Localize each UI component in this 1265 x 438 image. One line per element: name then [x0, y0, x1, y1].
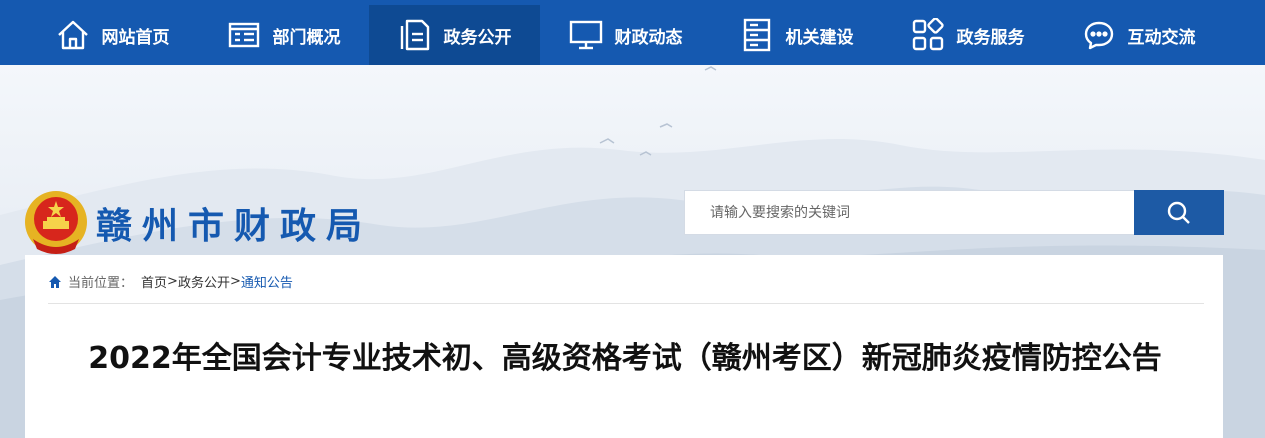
breadcrumb: 当前位置： 首页 > 政务公开 > 通知公告 [48, 272, 293, 291]
nav-item-finance-news[interactable]: 财政动态 [540, 5, 711, 65]
nav-item-department[interactable]: 部门概况 [198, 5, 369, 65]
document-icon [400, 19, 429, 51]
search-input[interactable] [684, 190, 1134, 235]
nav-label-services: 政务服务 [956, 27, 1025, 48]
nav-item-interaction[interactable]: 互动交流 [1053, 5, 1224, 65]
breadcrumb-separator: > [229, 274, 241, 289]
article-title: 2022年全国会计专业技术初、高级资格考试（赣州考区）新冠肺炎疫情防控公告 [88, 341, 1162, 376]
server-icon [743, 18, 770, 52]
grid-icon [912, 18, 944, 51]
nav-item-services[interactable]: 政务服务 [882, 5, 1053, 65]
home-small-icon [49, 275, 61, 288]
card-icon [228, 22, 259, 48]
breadcrumb-divider [48, 303, 1204, 304]
breadcrumb-government-affairs[interactable]: 政务公开 [178, 272, 230, 291]
breadcrumb-separator: > [167, 274, 178, 289]
nav-label-finance-news: 财政动态 [614, 27, 683, 48]
breadcrumb-home[interactable]: 首页 [141, 272, 167, 291]
monitor-icon [569, 20, 602, 50]
nav-label-department: 部门概况 [272, 27, 341, 48]
nav-label-organization: 机关建设 [785, 27, 854, 48]
top-navigation: 网站首页 部门概况 政务公开 财政动态 机关建设 政务服务 互动交流 [0, 0, 1265, 65]
nav-label-home: 网站首页 [101, 27, 170, 48]
national-emblem-icon [25, 191, 87, 254]
breadcrumb-prefix: 当前位置： [68, 276, 134, 291]
nav-label-government-affairs: 政务公开 [443, 27, 512, 48]
nav-menu: 网站首页 部门概况 政务公开 财政动态 机关建设 政务服务 互动交流 [27, 5, 1224, 65]
nav-item-home[interactable]: 网站首页 [27, 5, 198, 65]
nav-item-government-affairs[interactable]: 政务公开 [369, 5, 540, 65]
content-panel: 当前位置： 首页 > 政务公开 > 通知公告 2022年全国会计专业技术初、高级… [25, 255, 1223, 438]
chat-icon [1084, 21, 1113, 50]
breadcrumb-notices[interactable]: 通知公告 [241, 272, 293, 291]
search-button[interactable] [1134, 190, 1224, 235]
site-title: 赣州市财政局 [96, 206, 373, 247]
nav-label-interaction: 互动交流 [1127, 27, 1196, 48]
home-icon [57, 20, 88, 50]
nav-item-organization[interactable]: 机关建设 [711, 5, 882, 65]
search-icon [1167, 201, 1190, 224]
